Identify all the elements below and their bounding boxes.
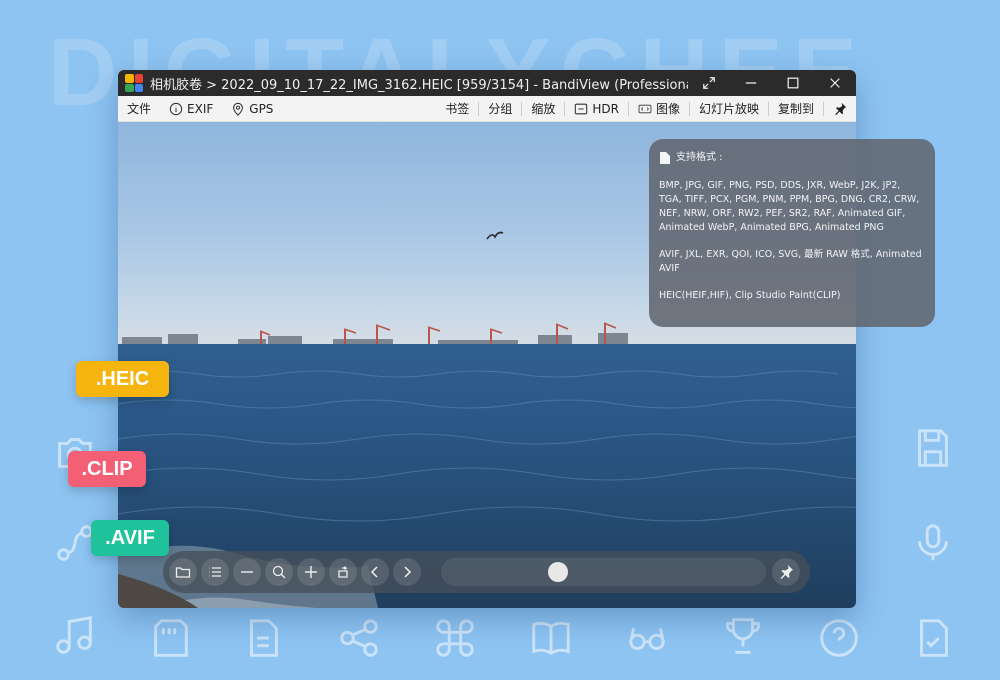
next-icon (404, 566, 412, 578)
menu-group[interactable]: 分组 (479, 96, 521, 121)
heic-badge: .HEIC (76, 361, 169, 397)
menu-pin-button[interactable] (824, 96, 856, 121)
image-seek-slider[interactable] (441, 558, 766, 586)
menu-image[interactable]: 图像 (629, 96, 689, 121)
pin-icon (780, 565, 793, 579)
rotate-icon (338, 566, 348, 578)
zoom-out-icon (241, 571, 253, 573)
share-icon (336, 615, 382, 661)
menu-gps-label: GPS (249, 101, 274, 116)
supported-formats-title: 支持格式 : (676, 152, 723, 163)
fullscreen-icon (703, 77, 715, 89)
pin-icon (835, 102, 847, 115)
glasses-icon (624, 615, 670, 661)
sd-card-icon (148, 615, 194, 661)
format-list-standard: BMP, JPG, GIF, PNG, PSD, DDS, JXR, WebP,… (659, 180, 920, 233)
menu-hdr[interactable]: HDR (565, 96, 628, 121)
menu-zoom[interactable]: 缩放 (522, 96, 564, 121)
format-list-new: AVIF, JXL, EXR, QOI, ICO, SVG, 最新 RAW 格式… (659, 249, 922, 274)
menu-file-label: 文件 (127, 102, 152, 116)
file-list-button[interactable] (201, 558, 229, 586)
rotate-button[interactable] (329, 558, 357, 586)
previous-icon (370, 566, 378, 578)
menu-slideshow-label: 幻灯片放映 (698, 102, 759, 116)
format-list-special: HEIC(HEIF,HIF), Clip Studio Paint(CLIP) (659, 290, 841, 301)
minimize-button[interactable] (730, 70, 772, 96)
music-icon (52, 612, 98, 658)
supported-formats-panel: 支持格式 : BMP, JPG, GIF, PNG, PSD, DDS, JXR… (649, 139, 935, 327)
menu-copy-to-label: 复制到 (777, 102, 814, 116)
fullscreen-button[interactable] (688, 70, 730, 96)
menu-copy-to[interactable]: 复制到 (769, 96, 823, 121)
menu-exif[interactable]: EXIF (160, 96, 222, 121)
menu-slideshow[interactable]: 幻灯片放映 (690, 96, 768, 121)
next-image-button[interactable] (393, 558, 421, 586)
previous-image-button[interactable] (361, 558, 389, 586)
zoom-fit-icon (272, 565, 286, 579)
image-resize-icon (638, 104, 652, 113)
help-icon (816, 615, 862, 661)
close-icon (830, 78, 840, 88)
menu-zoom-label: 缩放 (531, 102, 556, 116)
zoom-in-icon (305, 566, 317, 578)
menu-image-label: 图像 (655, 102, 680, 116)
book-icon (528, 615, 574, 661)
menu-group-label: 分组 (488, 102, 513, 116)
viewer-control-bar (163, 551, 810, 593)
menu-hdr-label: HDR (592, 101, 619, 116)
save-icon (910, 425, 956, 471)
maximize-icon (787, 77, 799, 89)
supported-formats-heading: 支持格式 : (659, 151, 925, 165)
info-icon (169, 102, 183, 115)
avif-badge: .AVIF (91, 520, 169, 556)
command-icon (432, 615, 478, 661)
menu-gps[interactable]: GPS (222, 96, 282, 121)
menu-bookmark[interactable]: 书签 (436, 96, 478, 121)
pin-controls-button[interactable] (772, 558, 800, 586)
hdr-icon (575, 103, 588, 114)
document-icon (240, 615, 286, 661)
menu-bar: 文件 EXIF GPS 书签 分组 缩放 HDR 图像 幻灯片放映 复制到 (118, 96, 856, 122)
clip-badge: .CLIP (68, 451, 146, 487)
zoom-out-button[interactable] (233, 558, 261, 586)
menu-bookmark-label: 书签 (445, 102, 470, 116)
zoom-in-button[interactable] (297, 558, 325, 586)
microphone-icon (910, 520, 956, 566)
minimize-icon (745, 82, 757, 84)
maximize-button[interactable] (772, 70, 814, 96)
list-icon (209, 567, 221, 577)
close-button[interactable] (814, 70, 856, 96)
menu-exif-label: EXIF (187, 101, 214, 116)
note-icon (910, 615, 956, 661)
seek-slider-handle[interactable] (548, 562, 568, 582)
location-pin-icon (233, 102, 244, 116)
file-icon (660, 152, 670, 164)
trophy-icon (720, 612, 766, 658)
seagull-icon (486, 231, 504, 240)
zoom-fit-button[interactable] (265, 558, 293, 586)
open-folder-button[interactable] (169, 558, 197, 586)
title-bar[interactable]: 相机胶卷 > 2022_09_10_17_22_IMG_3162.HEIC [9… (118, 70, 856, 96)
folder-icon (175, 567, 191, 578)
menu-file[interactable]: 文件 (118, 96, 160, 121)
window-title: 相机胶卷 > 2022_09_10_17_22_IMG_3162.HEIC [9… (150, 77, 688, 93)
bandiview-logo-icon (125, 74, 143, 92)
